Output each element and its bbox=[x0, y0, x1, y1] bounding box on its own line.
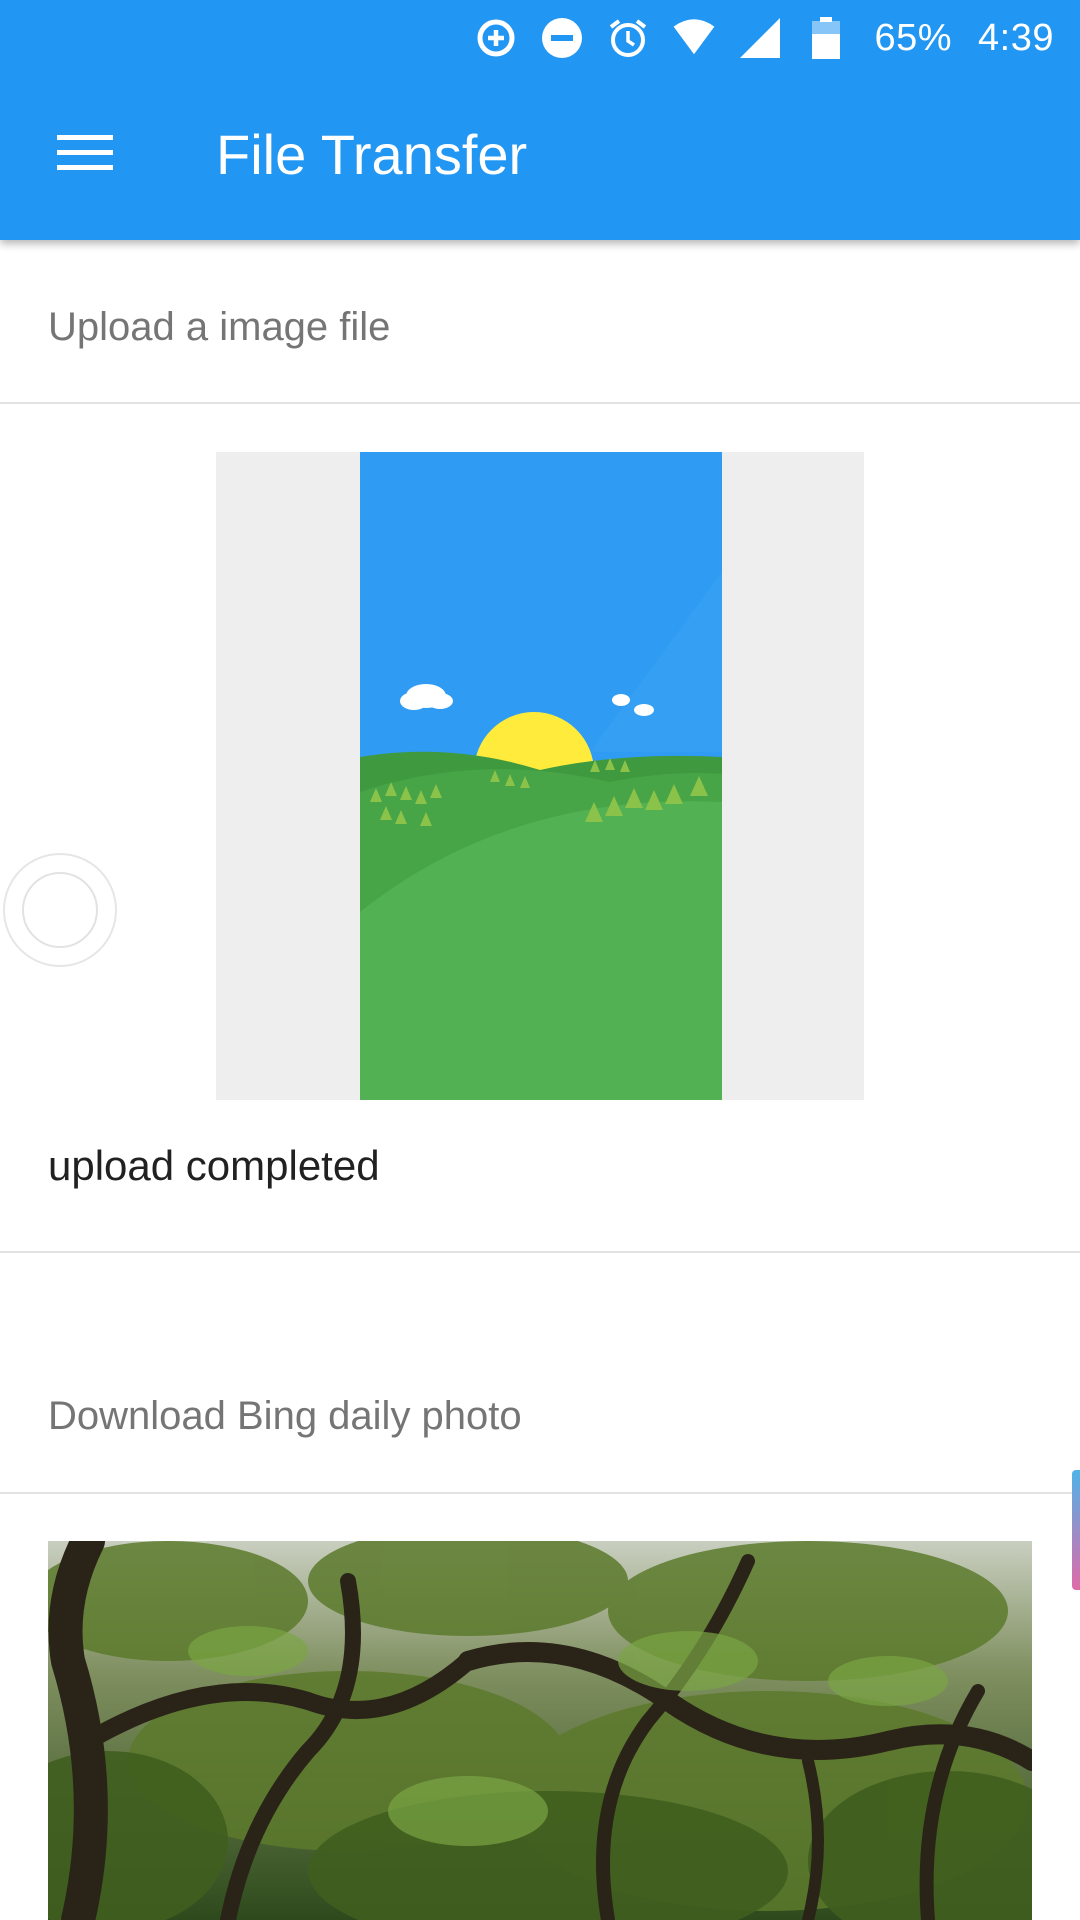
scrollbar-thumb[interactable] bbox=[1072, 1470, 1080, 1590]
status-bar: 65% 4:39 bbox=[0, 0, 1080, 75]
upload-section-header: Upload a image file bbox=[48, 305, 391, 349]
do-not-disturb-icon bbox=[540, 16, 584, 60]
uploaded-image-preview[interactable] bbox=[216, 452, 864, 1100]
upload-status: upload completed bbox=[48, 1142, 380, 1189]
battery-percent: 65% bbox=[874, 16, 953, 59]
battery-icon bbox=[804, 16, 848, 60]
divider bbox=[0, 402, 1080, 404]
data-saver-icon bbox=[474, 16, 518, 60]
bing-daily-photo[interactable] bbox=[48, 1541, 1032, 1920]
touch-indicator bbox=[3, 853, 117, 967]
status-icons: 65% 4:39 bbox=[474, 10, 1054, 66]
app-title: File Transfer bbox=[216, 123, 528, 186]
toolbar: File Transfer bbox=[0, 75, 1080, 240]
download-section-header: Download Bing daily photo bbox=[48, 1394, 522, 1438]
landscape-image bbox=[360, 452, 722, 1100]
wifi-icon bbox=[672, 16, 716, 60]
cell-signal-icon bbox=[738, 16, 782, 60]
alarm-icon bbox=[606, 16, 650, 60]
divider bbox=[0, 1492, 1080, 1494]
touch-indicator-inner bbox=[22, 872, 98, 948]
divider bbox=[0, 1251, 1080, 1253]
app-bar: 65% 4:39 File Transfer bbox=[0, 0, 1080, 240]
hamburger-menu-icon[interactable] bbox=[40, 115, 130, 191]
clock: 4:39 bbox=[978, 16, 1054, 59]
